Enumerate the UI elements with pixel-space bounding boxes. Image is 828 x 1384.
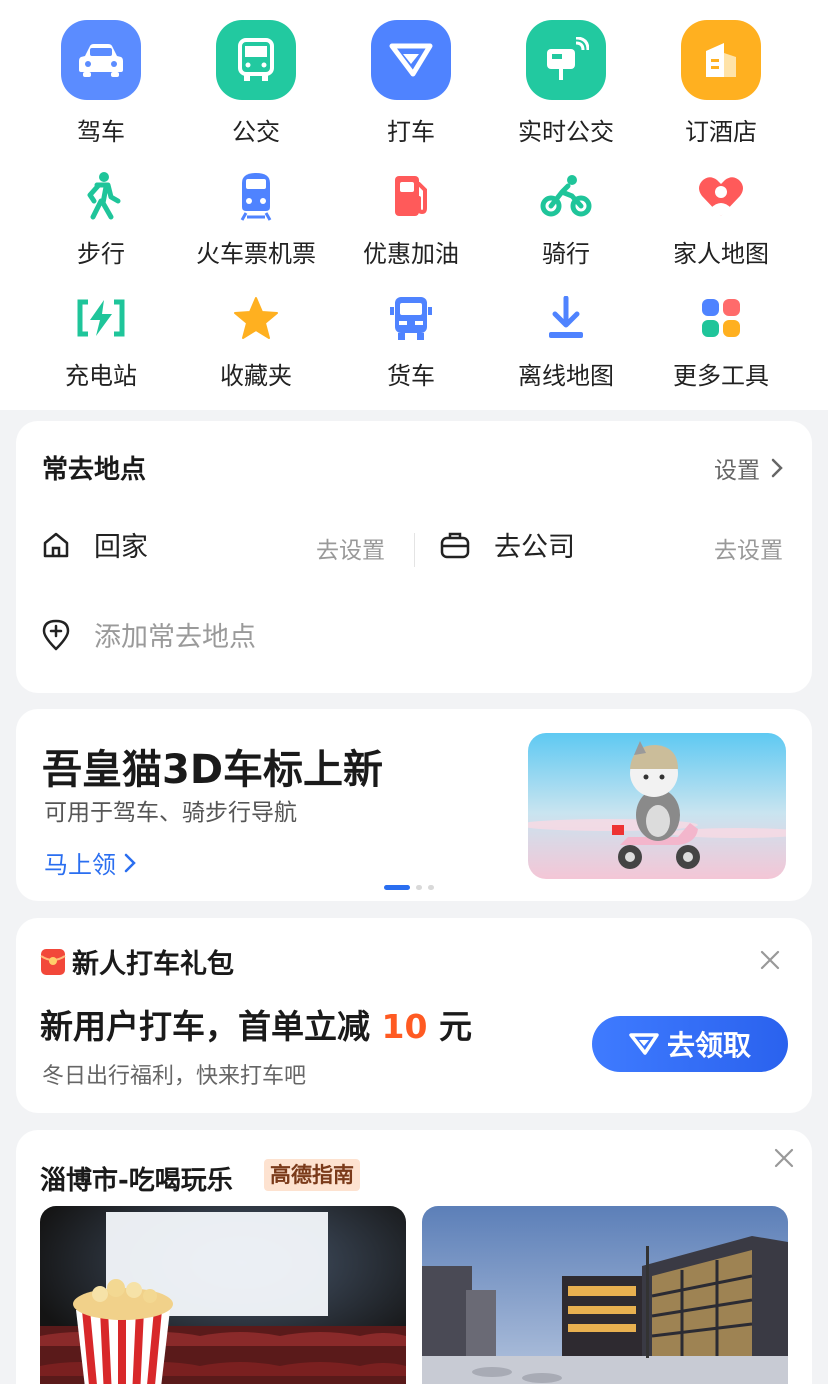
tools-grid: 驾车 公交 打车 实时公交 订酒店 步行 火车票机票 优惠加油 骑行 家人地图 … <box>0 0 828 410</box>
home-icon <box>43 532 69 557</box>
work-place[interactable]: 去公司 <box>440 525 575 564</box>
tool-label: 货车 <box>387 362 435 390</box>
more-tools-icon <box>693 290 749 346</box>
add-place-placeholder: 添加常去地点 <box>94 622 256 653</box>
claim-button-label: 去领取 <box>666 1029 751 1062</box>
carousel-dots <box>384 885 434 890</box>
download-icon <box>538 290 594 346</box>
headline-prefix: 新用户打车，首单立减 <box>40 1007 370 1046</box>
work-label: 去公司 <box>494 532 575 563</box>
chevron-right-icon <box>124 853 136 872</box>
add-place-row[interactable]: 添加常去地点 <box>42 615 256 654</box>
discount-amount: 10 <box>381 1007 428 1046</box>
banner-cat-image <box>528 733 786 879</box>
tool-label: 骑行 <box>542 240 590 268</box>
red-envelope-icon <box>40 948 66 975</box>
star-icon <box>228 290 284 346</box>
frequent-places-title: 常去地点 <box>42 455 147 485</box>
taxi-promo-card: 新人打车礼包 新用户打车，首单立减 10 元 冬日出行福利，快来打车吧 去领取 <box>16 918 812 1113</box>
home-place[interactable]: 回家 <box>42 525 148 564</box>
tool-label: 家人地图 <box>673 240 769 268</box>
tool-truck[interactable]: 货车 <box>333 0 489 390</box>
tool-label: 离线地图 <box>518 362 614 390</box>
carousel-dot <box>428 885 434 890</box>
settings-label: 设置 <box>714 458 760 484</box>
tool-label: 收藏夹 <box>220 362 292 390</box>
divider <box>414 533 415 567</box>
local-guide-card: 淄博市-吃喝玩乐 高德指南 <box>16 1130 812 1384</box>
chevron-right-icon <box>771 458 783 478</box>
tool-charging[interactable]: 充电站 <box>23 0 179 390</box>
walk-icon <box>73 168 129 224</box>
banner-title: 吾皇猫3D车标上新 <box>42 747 384 793</box>
tool-label: 步行 <box>77 240 125 268</box>
tool-label: 充电站 <box>65 362 137 390</box>
tool-label: 优惠加油 <box>363 240 459 268</box>
banner-claim-link[interactable]: 马上领 <box>44 845 136 880</box>
work-set-link[interactable]: 去设置 <box>714 531 783 565</box>
promo-banner[interactable]: 吾皇猫3D车标上新 可用于驾车、骑步行导航 马上领 <box>16 709 812 901</box>
home-set-link[interactable]: 去设置 <box>316 531 385 565</box>
carousel-dot-active <box>384 885 410 890</box>
bike-icon <box>538 168 594 224</box>
taxi-logo-icon <box>629 1033 659 1055</box>
train-icon <box>228 168 284 224</box>
local-guide-title: 淄博市-吃喝玩乐 <box>40 1166 233 1196</box>
close-button[interactable] <box>760 950 780 974</box>
family-heart-icon <box>693 168 749 224</box>
discount-unit: 元 <box>438 1007 472 1046</box>
truck-icon <box>383 290 439 346</box>
close-icon <box>774 1148 794 1168</box>
close-button[interactable] <box>774 1148 794 1172</box>
cinema-image[interactable] <box>40 1206 406 1384</box>
banner-subtitle: 可用于驾车、骑步行导航 <box>44 800 297 826</box>
tool-more[interactable]: 更多工具 <box>643 0 799 390</box>
carousel-dot <box>416 885 422 890</box>
guide-badge: 高德指南 <box>264 1159 360 1191</box>
charging-icon <box>73 290 129 346</box>
add-location-icon <box>42 619 70 650</box>
taxi-promo-headline: 新用户打车，首单立减 10 元 <box>40 1000 472 1048</box>
tool-offline-map[interactable]: 离线地图 <box>488 0 644 390</box>
taxi-promo-header: 新人打车礼包 <box>40 942 234 981</box>
claim-button[interactable]: 去领取 <box>592 1016 788 1072</box>
fuel-icon <box>383 168 439 224</box>
frequent-settings-button[interactable]: 设置 <box>714 451 784 485</box>
taxi-promo-subtitle: 冬日出行福利，快来打车吧 <box>42 1064 307 1089</box>
plaza-image[interactable] <box>422 1206 788 1384</box>
banner-link-label: 马上领 <box>44 851 116 879</box>
tool-label: 火车票机票 <box>196 240 316 268</box>
home-label: 回家 <box>94 532 148 563</box>
taxi-promo-title: 新人打车礼包 <box>72 949 234 980</box>
frequent-places-card: 常去地点 设置 回家 去设置 去公司 去设置 添加常去地点 <box>16 421 812 693</box>
tool-favorites[interactable]: 收藏夹 <box>178 0 334 390</box>
tool-label: 更多工具 <box>673 362 769 390</box>
close-icon <box>760 950 780 970</box>
briefcase-icon <box>440 532 470 558</box>
